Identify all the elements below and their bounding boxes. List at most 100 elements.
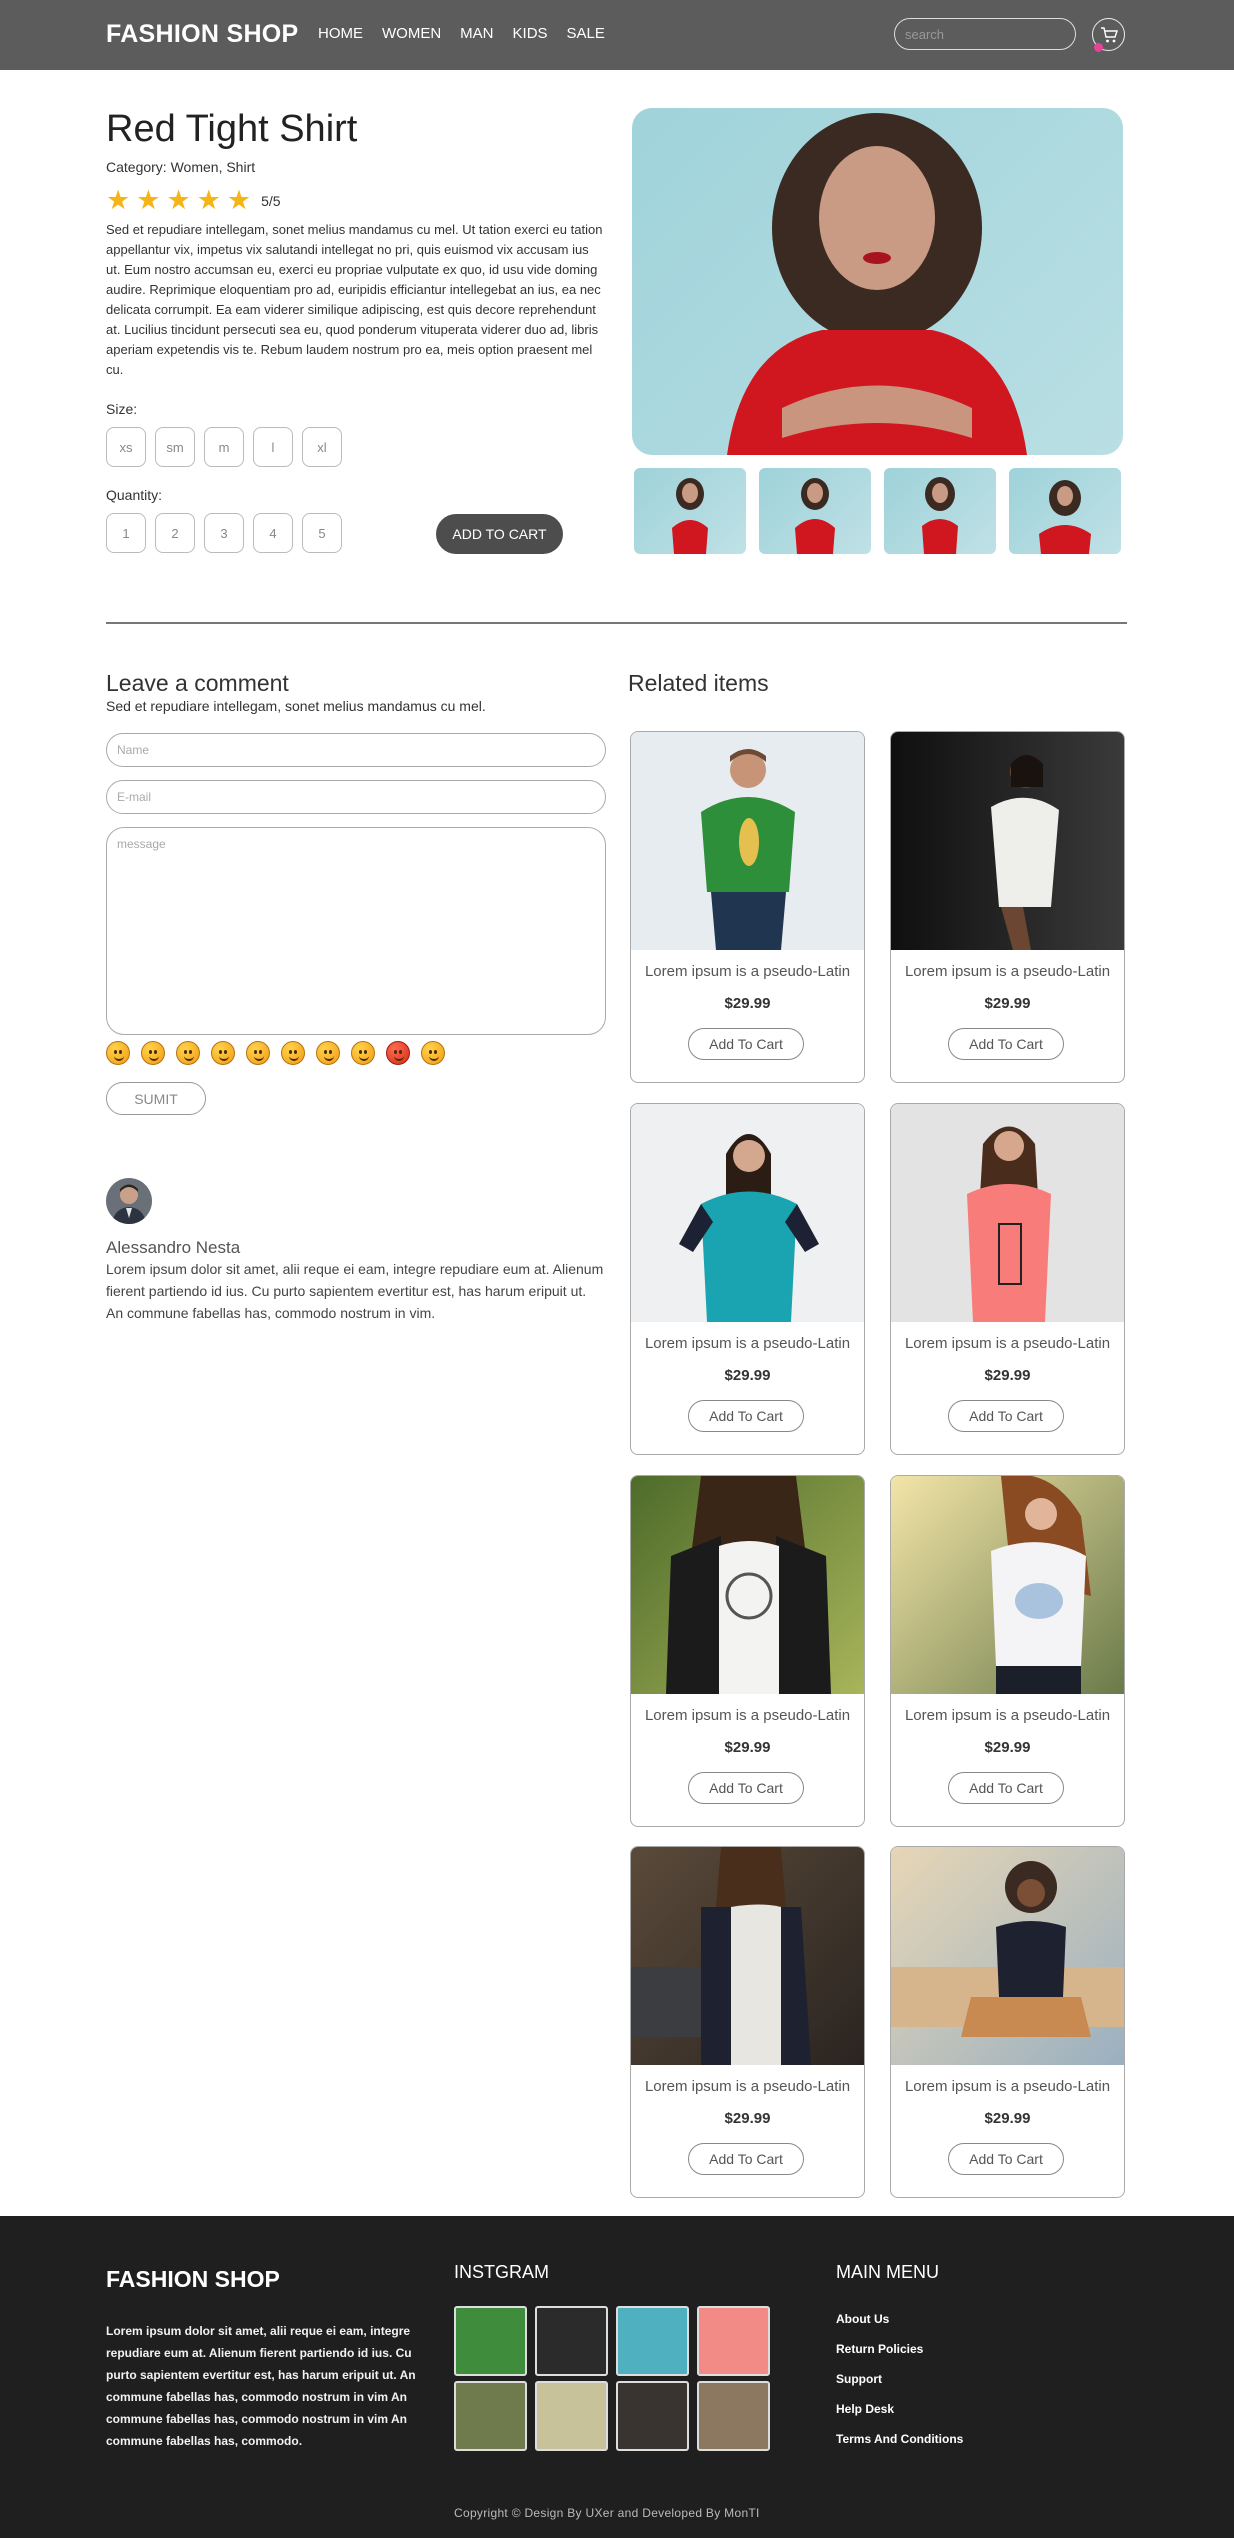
instagram-photo[interactable] xyxy=(454,2381,527,2451)
product-image[interactable] xyxy=(891,1104,1124,1322)
model-photo xyxy=(727,113,1027,455)
footer-link-help-desk[interactable]: Help Desk xyxy=(836,2403,963,2416)
quantity-option-1[interactable]: 1 xyxy=(106,513,146,553)
sunglasses-icon[interactable] xyxy=(176,1041,200,1065)
nav-home[interactable]: HOME xyxy=(318,25,363,42)
footer-link-terms[interactable]: Terms And Conditions xyxy=(836,2433,963,2446)
quantity-options: 1 2 3 4 5 xyxy=(106,513,342,553)
quantity-option-3[interactable]: 3 xyxy=(204,513,244,553)
cart-button[interactable] xyxy=(1092,18,1125,52)
product-card-title[interactable]: Lorem ipsum is a pseudo-Latin xyxy=(891,1335,1124,1352)
site-footer: FASHION SHOP Lorem ipsum dolor sit amet,… xyxy=(0,2216,1234,2538)
angry-icon[interactable] xyxy=(386,1041,410,1065)
add-to-cart-button[interactable]: Add To Cart xyxy=(688,2143,804,2175)
product-card: Lorem ipsum is a pseudo-Latin $29.99 Add… xyxy=(630,1103,865,1455)
crying-icon[interactable] xyxy=(246,1041,270,1065)
quantity-option-4[interactable]: 4 xyxy=(253,513,293,553)
footer-logo[interactable]: FASHION SHOP xyxy=(106,2266,280,2293)
product-card-price: $29.99 xyxy=(724,1739,771,1756)
size-option-m[interactable]: m xyxy=(204,427,244,467)
product-thumbnail[interactable] xyxy=(884,468,996,554)
submit-button[interactable]: SUMIT xyxy=(106,1082,206,1115)
comment-subtitle: Sed et repudiare intellegam, sonet meliu… xyxy=(106,698,486,714)
instagram-photo[interactable] xyxy=(616,2306,689,2376)
product-category: Category: Women, Shirt xyxy=(106,159,256,175)
product-title: Red Tight Shirt xyxy=(106,108,358,150)
message-field[interactable] xyxy=(106,827,606,1035)
section-divider xyxy=(106,622,1127,624)
product-card-price: $29.99 xyxy=(724,1367,771,1384)
happy-icon[interactable] xyxy=(351,1041,375,1065)
add-to-cart-button[interactable]: Add To Cart xyxy=(948,1772,1064,1804)
nav-women[interactable]: WOMEN xyxy=(382,25,441,42)
name-field[interactable] xyxy=(106,733,606,767)
product-card-title[interactable]: Lorem ipsum is a pseudo-Latin xyxy=(891,1707,1124,1724)
product-card-title[interactable]: Lorem ipsum is a pseudo-Latin xyxy=(891,963,1124,980)
product-image[interactable] xyxy=(631,1104,864,1322)
product-card-title[interactable]: Lorem ipsum is a pseudo-Latin xyxy=(891,2078,1124,2095)
main-nav: HOME WOMEN MAN KIDS SALE xyxy=(318,25,605,42)
product-card-title[interactable]: Lorem ipsum is a pseudo-Latin xyxy=(631,1707,864,1724)
product-thumbnail[interactable] xyxy=(759,468,871,554)
product-card-price: $29.99 xyxy=(984,1739,1031,1756)
cart-icon xyxy=(1101,27,1118,43)
nav-sale[interactable]: SALE xyxy=(567,25,605,42)
product-card-title[interactable]: Lorem ipsum is a pseudo-Latin xyxy=(631,1335,864,1352)
product-image[interactable] xyxy=(891,1847,1124,2065)
footer-link-support[interactable]: Support xyxy=(836,2373,963,2386)
size-option-xs[interactable]: xs xyxy=(106,427,146,467)
smiling-icon[interactable] xyxy=(141,1041,165,1065)
add-to-cart-button[interactable]: Add To Cart xyxy=(948,1028,1064,1060)
product-card: Lorem ipsum is a pseudo-Latin $29.99 Add… xyxy=(890,1103,1125,1455)
star-icon: ★ xyxy=(166,185,191,215)
add-to-cart-button[interactable]: Add To Cart xyxy=(948,1400,1064,1432)
instagram-photo[interactable] xyxy=(697,2306,770,2376)
instagram-photo[interactable] xyxy=(697,2381,770,2451)
product-image[interactable] xyxy=(891,1476,1124,1694)
site-logo[interactable]: FASHION SHOP xyxy=(106,20,299,49)
add-to-cart-button[interactable]: ADD TO CART xyxy=(436,514,563,554)
size-option-xl[interactable]: xl xyxy=(302,427,342,467)
product-card: Lorem ipsum is a pseudo-Latin $29.99 Add… xyxy=(630,1475,865,1827)
product-thumbnail[interactable] xyxy=(1009,468,1121,554)
add-to-cart-button[interactable]: Add To Cart xyxy=(688,1028,804,1060)
related-heading: Related items xyxy=(628,670,769,696)
size-option-sm[interactable]: sm xyxy=(155,427,195,467)
add-to-cart-button[interactable]: Add To Cart xyxy=(688,1400,804,1432)
quantity-option-5[interactable]: 5 xyxy=(302,513,342,553)
product-image[interactable] xyxy=(631,1476,864,1694)
tongue-out-icon[interactable] xyxy=(316,1041,340,1065)
nav-kids[interactable]: KIDS xyxy=(513,25,548,42)
size-option-l[interactable]: l xyxy=(253,427,293,467)
product-card-price: $29.99 xyxy=(984,2110,1031,2127)
product-card: Lorem ipsum is a pseudo-Latin $29.99 Add… xyxy=(890,731,1125,1083)
quantity-option-2[interactable]: 2 xyxy=(155,513,195,553)
laughing-tears-icon[interactable] xyxy=(106,1041,130,1065)
add-to-cart-button[interactable]: Add To Cart xyxy=(948,2143,1064,2175)
email-field[interactable] xyxy=(106,780,606,814)
instagram-heading: INSTGRAM xyxy=(454,2262,550,2282)
footer-link-return-policies[interactable]: Return Policies xyxy=(836,2343,963,2356)
heart-eyes-icon[interactable] xyxy=(281,1041,305,1065)
copyright: Copyright © Design By UXer and Developed… xyxy=(454,2506,760,2520)
product-thumbnail[interactable] xyxy=(634,468,746,554)
add-to-cart-button[interactable]: Add To Cart xyxy=(688,1772,804,1804)
product-image[interactable] xyxy=(891,732,1124,950)
footer-link-about-us[interactable]: About Us xyxy=(836,2313,963,2326)
instagram-photo[interactable] xyxy=(535,2306,608,2376)
product-card: Lorem ipsum is a pseudo-Latin $29.99 Add… xyxy=(890,1475,1125,1827)
avatar xyxy=(106,1178,152,1224)
grinning-icon[interactable] xyxy=(211,1041,235,1065)
search-input[interactable] xyxy=(894,18,1076,50)
footer-about: Lorem ipsum dolor sit amet, alii reque e… xyxy=(106,2324,416,2448)
instagram-photo[interactable] xyxy=(454,2306,527,2376)
nav-man[interactable]: MAN xyxy=(460,25,493,42)
product-card-title[interactable]: Lorem ipsum is a pseudo-Latin xyxy=(631,963,864,980)
instagram-photo[interactable] xyxy=(535,2381,608,2451)
product-image[interactable] xyxy=(631,1847,864,2065)
product-card: Lorem ipsum is a pseudo-Latin $29.99 Add… xyxy=(630,731,865,1083)
blushing-icon[interactable] xyxy=(421,1041,445,1065)
product-image[interactable] xyxy=(631,732,864,950)
instagram-photo[interactable] xyxy=(616,2381,689,2451)
product-card-title[interactable]: Lorem ipsum is a pseudo-Latin xyxy=(631,2078,864,2095)
